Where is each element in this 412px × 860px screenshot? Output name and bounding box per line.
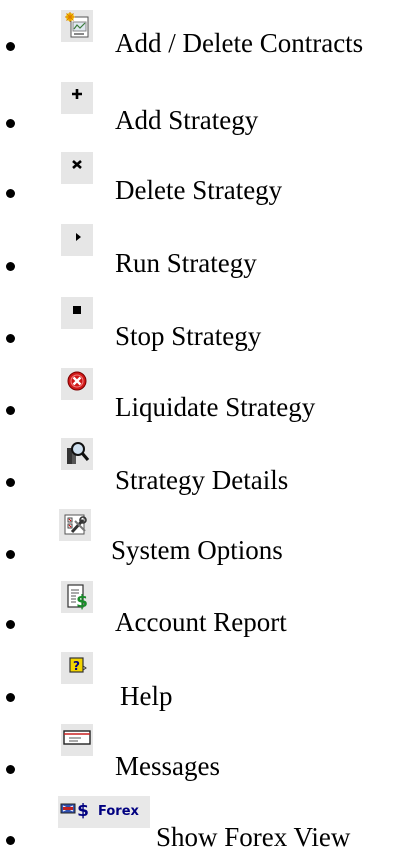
question-help-icon: ? — [61, 652, 93, 684]
bullet — [6, 836, 15, 845]
list-item: $ Forex Show Forex View — [0, 790, 412, 852]
list-item: Run Strategy — [0, 218, 412, 278]
forex-icon: $ Forex — [58, 796, 150, 828]
list-item: $ Account Report — [0, 576, 412, 637]
item-label: Strategy Details — [115, 465, 289, 495]
dollar-report-icon: $ — [61, 581, 93, 613]
item-label: Add Strategy — [115, 105, 259, 135]
delete-x-icon — [61, 152, 93, 184]
bullet — [6, 119, 15, 128]
plus-icon — [61, 82, 93, 114]
list-item: ? Help — [0, 648, 412, 711]
bullet — [6, 478, 15, 487]
stop-square-icon — [61, 297, 93, 329]
item-label: Stop Strategy — [115, 321, 262, 351]
options-wrench-icon — [59, 509, 91, 541]
list-item: Messages — [0, 719, 412, 781]
list-item: System Options — [0, 505, 412, 565]
item-label: Run Strategy — [115, 248, 257, 278]
list-item: Stop Strategy — [0, 290, 412, 351]
bullet — [6, 765, 15, 774]
bullet — [6, 262, 15, 271]
item-label: Delete Strategy — [115, 175, 283, 205]
svg-text:$: $ — [77, 801, 89, 821]
item-label: Liquidate Strategy — [115, 392, 316, 422]
bullet — [6, 550, 15, 559]
item-label: System Options — [111, 535, 283, 565]
item-label: Add / Delete Contracts — [115, 28, 364, 58]
list-item: Add Strategy — [0, 75, 412, 135]
magnifier-icon — [61, 438, 93, 470]
bullet — [6, 42, 15, 51]
item-label: Messages — [115, 751, 220, 781]
list-item: Liquidate Strategy — [0, 362, 412, 422]
play-triangle-icon — [61, 224, 93, 256]
list-item: Add / Delete Contracts — [0, 0, 412, 60]
svg-text:?: ? — [73, 659, 80, 673]
bullet — [6, 620, 15, 629]
item-label: Help — [120, 681, 173, 711]
bullet — [6, 189, 15, 198]
list-item: Delete Strategy — [0, 146, 412, 206]
add-delete-contracts-icon — [61, 10, 93, 42]
svg-text:$: $ — [76, 592, 88, 612]
bullet — [6, 693, 15, 702]
forex-icon-text: Forex — [98, 804, 139, 819]
item-label: Show Forex View — [156, 822, 351, 852]
bullet — [6, 334, 15, 343]
bullet — [6, 406, 15, 415]
red-x-circle-icon — [61, 368, 93, 400]
envelope-icon — [61, 724, 93, 756]
list-item: Strategy Details — [0, 434, 412, 495]
item-label: Account Report — [115, 607, 287, 637]
